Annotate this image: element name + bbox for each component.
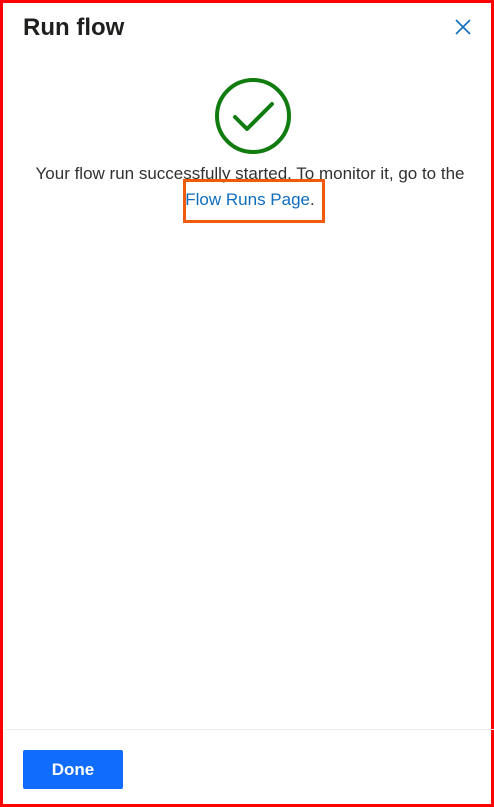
footer-divider [6,729,494,730]
close-button[interactable] [449,13,477,41]
done-button[interactable]: Done [23,750,123,789]
close-icon [455,19,471,35]
checkmark-circle-icon [215,78,291,154]
panel-title: Run flow [23,14,125,41]
run-flow-panel: Run flow Your flow run successfully star… [0,0,494,807]
highlight-box [183,179,325,223]
